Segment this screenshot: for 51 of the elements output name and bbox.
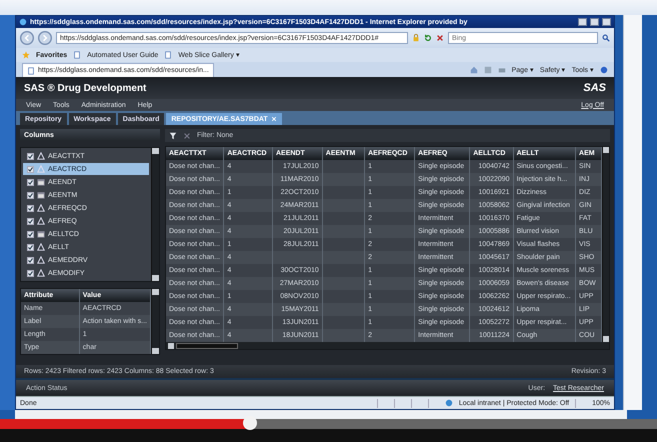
checkbox[interactable] (27, 244, 34, 250)
close-button[interactable] (602, 18, 611, 26)
star-icon (22, 51, 30, 59)
scrollbar[interactable] (166, 342, 609, 349)
page-icon (164, 51, 172, 59)
page-icon (73, 51, 82, 59)
table-cell (322, 173, 365, 186)
checkbox[interactable] (27, 166, 34, 172)
calendar-icon (37, 178, 45, 186)
clear-icon[interactable] (183, 132, 191, 140)
video-progress-track[interactable] (0, 419, 657, 429)
refresh-icon[interactable] (424, 34, 432, 42)
stop-icon[interactable] (436, 34, 444, 42)
table-cell (322, 238, 365, 251)
table-cell (322, 316, 365, 329)
table-cell (322, 329, 365, 342)
table-cell (322, 212, 365, 225)
lock-icon[interactable] (412, 34, 420, 42)
checkbox[interactable] (27, 218, 34, 224)
table-cell (272, 251, 322, 264)
checkbox[interactable] (27, 178, 34, 186)
maximize-button[interactable] (590, 18, 599, 26)
scrollbar[interactable] (151, 148, 159, 281)
search-icon[interactable] (602, 34, 610, 42)
table-cell (322, 251, 365, 264)
checkbox[interactable] (27, 230, 34, 238)
table-cell (322, 264, 365, 277)
calendar-icon (37, 230, 45, 238)
app-title: SAS ® Drug Development (24, 82, 146, 94)
table-cell (322, 290, 365, 303)
table-cell (322, 303, 365, 316)
checkbox[interactable] (27, 256, 34, 264)
calendar-icon (37, 191, 45, 199)
table-cell (322, 277, 365, 290)
checkbox[interactable] (27, 270, 34, 276)
scrollbar[interactable] (151, 289, 159, 354)
back-icon[interactable] (20, 31, 34, 45)
table-cell (322, 199, 365, 212)
close-icon[interactable] (270, 116, 277, 122)
page-icon (27, 66, 35, 74)
scrollbar[interactable] (15, 410, 627, 419)
table-cell (322, 160, 365, 173)
checkbox[interactable] (27, 152, 34, 160)
checkbox[interactable] (27, 192, 34, 198)
table-cell (322, 225, 365, 238)
forward-icon[interactable] (38, 31, 52, 45)
checkbox[interactable] (27, 204, 34, 212)
minimize-button[interactable] (578, 18, 587, 26)
table-cell (322, 186, 365, 199)
filter-icon[interactable] (169, 132, 177, 140)
logo: SAS (583, 82, 606, 94)
